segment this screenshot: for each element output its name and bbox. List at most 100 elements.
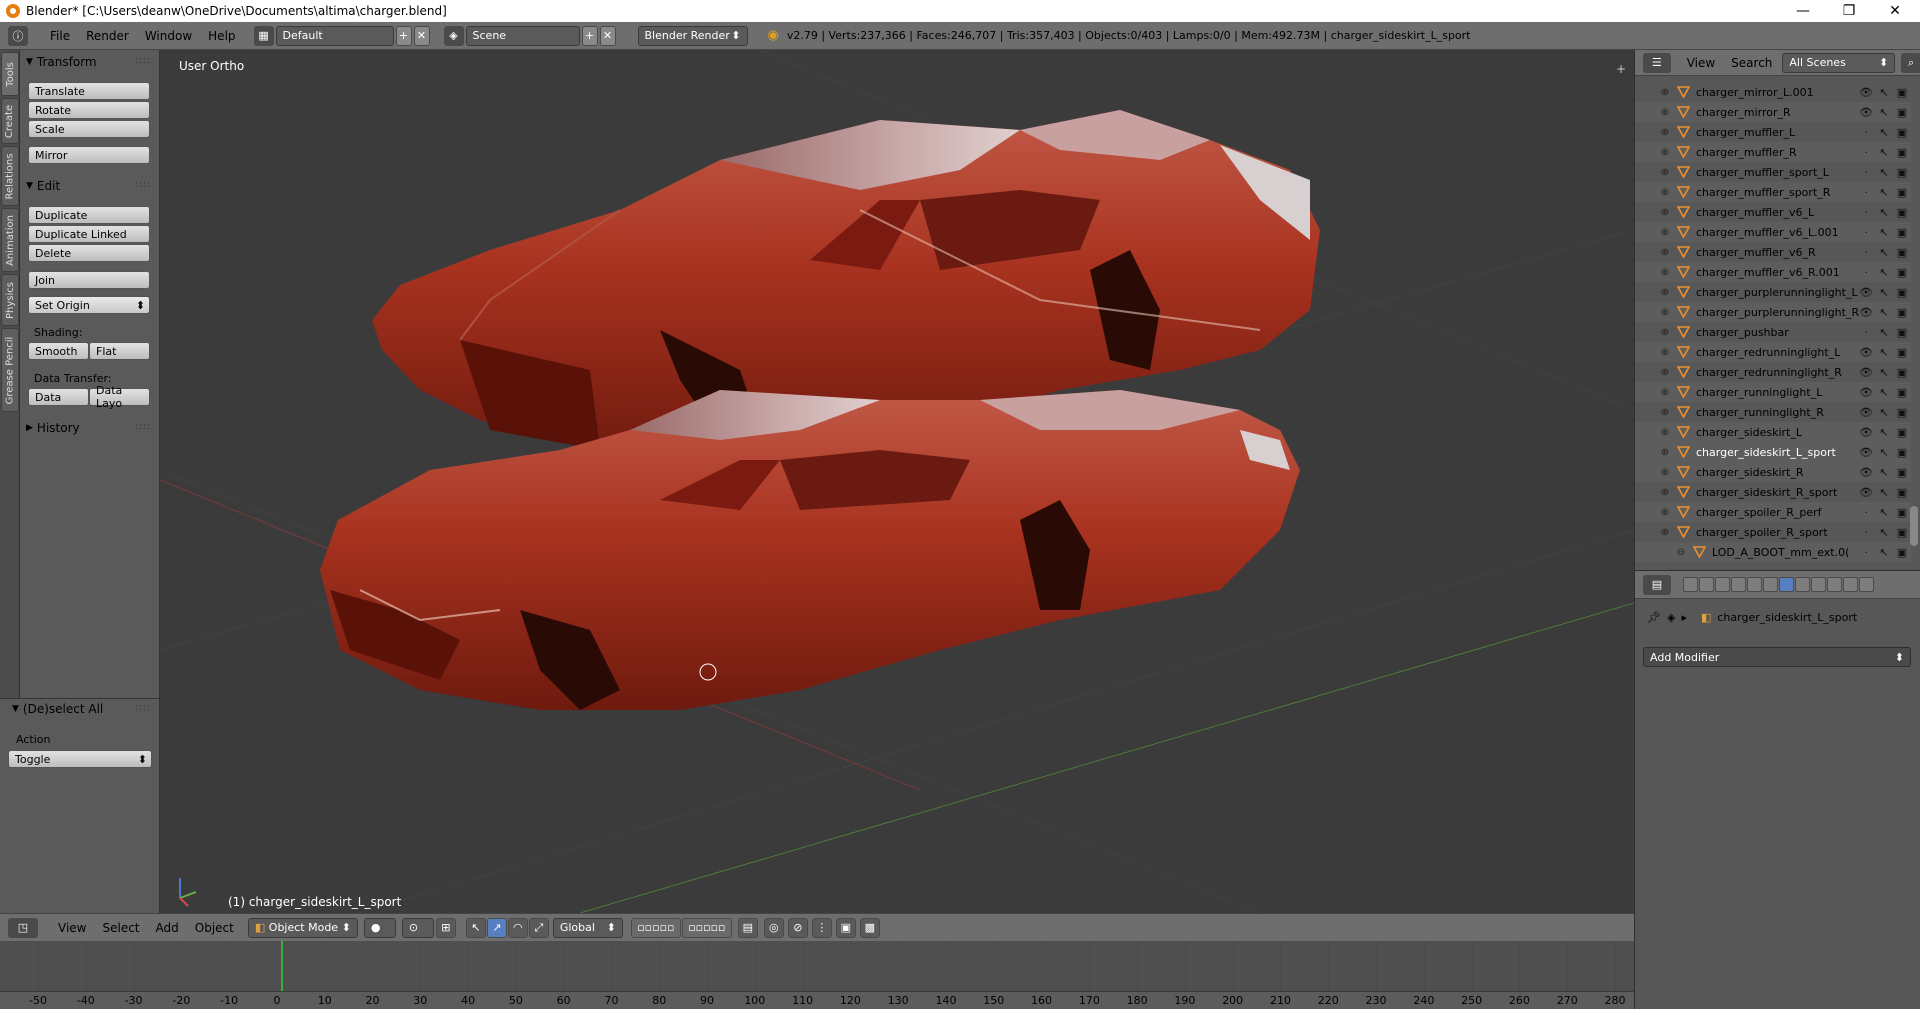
panel-grip-icon[interactable]: ::::	[135, 422, 151, 432]
outliner-row[interactable]: ⊕ charger_muffler_sport_L · ↖ ▣	[1635, 162, 1911, 182]
selectability-arrow-icon[interactable]: ↖	[1877, 105, 1891, 119]
layout-remove-icon[interactable]: ✕	[413, 25, 430, 46]
close-button[interactable]: ✕	[1872, 0, 1918, 22]
render-camera-icon[interactable]: ▣	[1895, 385, 1909, 399]
selectability-arrow-icon[interactable]: ↖	[1877, 385, 1891, 399]
outliner-item-name[interactable]: charger_muffler_v6_R	[1696, 246, 1816, 259]
scene-context-icon[interactable]	[1715, 577, 1730, 592]
visibility-eye-icon[interactable]: ·	[1859, 125, 1873, 139]
outliner-item-name[interactable]: charger_spoiler_R_sport	[1696, 526, 1828, 539]
outliner-row[interactable]: ⊕ charger_muffler_v6_L.001 · ↖ ▣	[1635, 222, 1911, 242]
visibility-eye-icon[interactable]: ·	[1859, 325, 1873, 339]
selectability-arrow-icon[interactable]: ↖	[1877, 525, 1891, 539]
rotate-manipulator-icon[interactable]: ◠	[507, 917, 528, 938]
minimize-button[interactable]: —	[1780, 0, 1826, 22]
deselect-all-header[interactable]: ▼ (De)select All	[12, 701, 103, 717]
outliner-item-name[interactable]: charger_purplerunninglight_L	[1696, 286, 1858, 299]
visibility-eye-icon[interactable]: 👁︎	[1859, 385, 1873, 399]
layer-buttons[interactable]: ▫▫▫▫▫ ▫▫▫▫▫	[630, 917, 732, 938]
render-camera-icon[interactable]: ▣	[1895, 505, 1909, 519]
selectability-arrow-icon[interactable]: ↖	[1877, 445, 1891, 459]
outliner-row[interactable]: ⊕ charger_redrunninglight_L 👁︎ ↖ ▣	[1635, 342, 1911, 362]
snap-element-icon[interactable]: ⋮	[811, 917, 832, 938]
lock-layers-icon[interactable]: ▤	[737, 917, 758, 938]
expand-icon[interactable]: ⊕	[1659, 246, 1671, 258]
outliner-item-name[interactable]: charger_sideskirt_L	[1696, 426, 1802, 439]
menu-file[interactable]: File	[42, 29, 78, 43]
panel-grip-icon[interactable]: ::::	[135, 180, 151, 190]
visibility-eye-icon[interactable]: ·	[1859, 145, 1873, 159]
physics-context-icon[interactable]	[1859, 577, 1874, 592]
selectability-arrow-icon[interactable]: ↖	[1877, 305, 1891, 319]
render-camera-icon[interactable]: ▣	[1895, 165, 1909, 179]
timeline-editor[interactable]: -50 -40 -30 -20 -10 0 10 20 30 40 50 60 70 80 90 100 110…	[0, 941, 1634, 1009]
outliner-row[interactable]: ⊕ charger_muffler_sport_R · ↖ ▣	[1635, 182, 1911, 202]
translate-button[interactable]: Translate	[28, 82, 150, 100]
selectability-arrow-icon[interactable]: ↖	[1877, 205, 1891, 219]
visibility-eye-icon[interactable]: ·	[1859, 165, 1873, 179]
scene-icon[interactable]: ◈	[443, 25, 464, 46]
collapse-icon[interactable]: ⊖	[1675, 546, 1687, 558]
render-camera-icon[interactable]: ▣	[1895, 185, 1909, 199]
visibility-eye-icon[interactable]: ·	[1859, 185, 1873, 199]
particles-context-icon[interactable]	[1843, 577, 1858, 592]
selectability-arrow-icon[interactable]: ↖	[1877, 165, 1891, 179]
expand-icon[interactable]: ⊕	[1659, 126, 1671, 138]
layout-field[interactable]: Default	[275, 25, 394, 46]
editor-type-properties-icon[interactable]: ▤	[1643, 574, 1671, 595]
visibility-eye-icon[interactable]: 👁︎	[1859, 305, 1873, 319]
outliner-search-icon[interactable]: ⌕	[1901, 52, 1920, 73]
outliner-row[interactable]: ⊕ charger_runninglight_R 👁︎ ↖ ▣	[1635, 402, 1911, 422]
scale-button[interactable]: Scale	[28, 120, 150, 138]
visibility-eye-icon[interactable]: 👁︎	[1859, 445, 1873, 459]
outliner-item-name[interactable]: charger_mirror_R	[1696, 106, 1791, 119]
pin-icon[interactable]: 📌︎	[1647, 611, 1661, 624]
outliner-row[interactable]: ⊖ LOD_A_BOOT_mm_ext.0(· ↖ ▣	[1635, 542, 1911, 562]
car-body-lower[interactable]	[320, 390, 1300, 710]
visibility-eye-icon[interactable]: ·	[1859, 205, 1873, 219]
menu-window[interactable]: Window	[137, 29, 200, 43]
layout-add-icon[interactable]: +	[395, 25, 412, 46]
selectability-arrow-icon[interactable]: ↖	[1877, 185, 1891, 199]
selectability-arrow-icon[interactable]: ↖	[1877, 465, 1891, 479]
outliner-item-name[interactable]: charger_mirror_L.001	[1696, 86, 1814, 99]
expand-icon[interactable]: ⊕	[1659, 166, 1671, 178]
expand-icon[interactable]: ⊕	[1659, 286, 1671, 298]
outliner-menu-search[interactable]: Search	[1723, 56, 1780, 70]
expand-icon[interactable]: ⊕	[1659, 86, 1671, 98]
selectability-arrow-icon[interactable]: ↖	[1877, 365, 1891, 379]
render-camera-icon[interactable]: ▣	[1895, 245, 1909, 259]
world-context-icon[interactable]	[1731, 577, 1746, 592]
render-camera-icon[interactable]: ▣	[1895, 145, 1909, 159]
selectability-arrow-icon[interactable]: ↖	[1877, 285, 1891, 299]
expand-icon[interactable]: ⊕	[1659, 526, 1671, 538]
outliner-row[interactable]: ⊕ charger_muffler_L · ↖ ▣	[1635, 122, 1911, 142]
3d-viewport[interactable]: User Ortho (1) charger_sideskirt_L_sport…	[160, 50, 1634, 913]
outliner-row[interactable]: ⊕ charger_sideskirt_R 👁︎ ↖ ▣	[1635, 462, 1911, 482]
editor-type-info-icon[interactable]: ⓘ	[8, 25, 28, 46]
render-camera-icon[interactable]: ▣	[1895, 265, 1909, 279]
layout-grid-icon[interactable]: ▦	[253, 25, 274, 46]
duplicate-linked-button[interactable]: Duplicate Linked	[28, 225, 150, 243]
expand-icon[interactable]: ⊕	[1659, 506, 1671, 518]
selectability-arrow-icon[interactable]: ↖	[1877, 405, 1891, 419]
visibility-eye-icon[interactable]: 👁︎	[1859, 365, 1873, 379]
expand-icon[interactable]: ⊕	[1659, 266, 1671, 278]
render-camera-icon[interactable]: ▣	[1895, 365, 1909, 379]
visibility-eye-icon[interactable]: 👁︎	[1859, 345, 1873, 359]
outliner-item-name[interactable]: charger_redrunninglight_R	[1696, 366, 1842, 379]
outliner-item-name[interactable]: charger_muffler_v6_L	[1696, 206, 1814, 219]
selectability-arrow-icon[interactable]: ↖	[1877, 125, 1891, 139]
material-context-icon[interactable]	[1811, 577, 1826, 592]
render-context-icon[interactable]	[1683, 577, 1698, 592]
outliner-item-name[interactable]: charger_muffler_sport_L	[1696, 166, 1829, 179]
viewport-menu-select[interactable]: Select	[94, 921, 147, 935]
viewport-menu-add[interactable]: Add	[148, 921, 187, 935]
visibility-eye-icon[interactable]: ·	[1859, 225, 1873, 239]
render-camera-icon[interactable]: ▣	[1895, 325, 1909, 339]
menu-help[interactable]: Help	[200, 29, 243, 43]
render-camera-icon[interactable]: ▣	[1895, 105, 1909, 119]
render-camera-icon[interactable]: ▣	[1895, 345, 1909, 359]
outliner-item-name[interactable]: charger_redrunninglight_L	[1696, 346, 1840, 359]
mode-dropdown[interactable]: ◧ Object Mode ⬍	[247, 917, 358, 938]
